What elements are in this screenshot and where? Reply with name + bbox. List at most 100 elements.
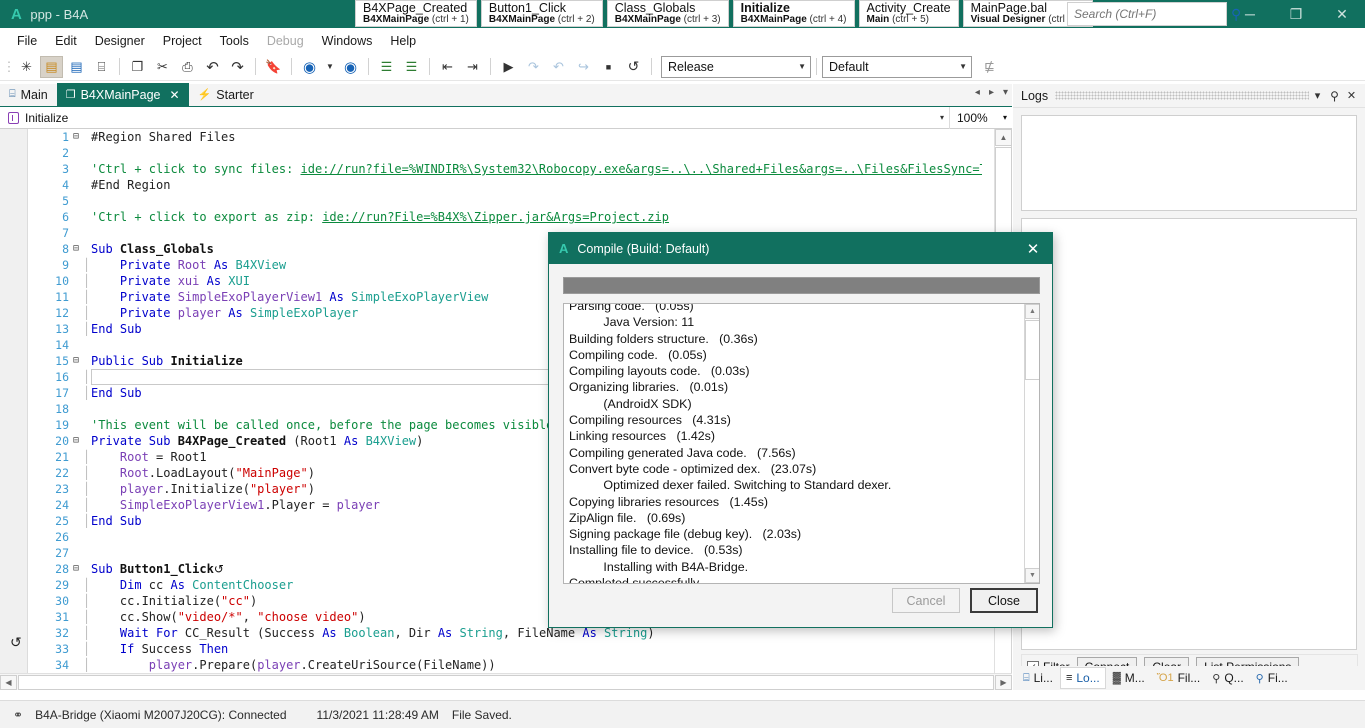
- scroll-left-icon[interactable]: ◀: [0, 674, 17, 690]
- code-line[interactable]: 6 'Ctrl + click to export as zip: ide://…: [29, 209, 982, 225]
- scroll-up-icon[interactable]: ▲: [995, 129, 1012, 146]
- event-refresh-icon[interactable]: ↺: [10, 634, 22, 651]
- code-line[interactable]: 5: [29, 193, 982, 209]
- new-file-icon[interactable]: ✳: [15, 56, 38, 78]
- code-token: ): [647, 626, 655, 640]
- chevron-down-icon[interactable]: ▾: [940, 113, 944, 122]
- close-window-button[interactable]: ✕: [1319, 0, 1365, 28]
- menu-item-tools[interactable]: Tools: [211, 31, 258, 51]
- code-line[interactable]: 34 │ player.Prepare(player.CreateUriSourc…: [29, 657, 982, 673]
- redo-icon[interactable]: ↷: [226, 56, 249, 78]
- close-button[interactable]: Close: [970, 588, 1038, 613]
- bottom-tab[interactable]: Ὄ1 Fil...: [1152, 667, 1206, 689]
- code-line[interactable]: 4 #End Region: [29, 177, 982, 193]
- code-line[interactable]: 3 'Ctrl + click to sync files: ide://run…: [29, 161, 982, 177]
- zoom-select[interactable]: 100% ▾: [950, 107, 1012, 129]
- fold-toggle-icon[interactable]: ⊟: [69, 433, 83, 449]
- editor-tab-close-icon[interactable]: ✕: [170, 88, 180, 102]
- menu-item-windows[interactable]: Windows: [313, 31, 382, 51]
- chevron-down-icon[interactable]: ▾: [1003, 113, 1007, 122]
- uncomment-block-icon[interactable]: ☰: [400, 56, 423, 78]
- build-config-select[interactable]: Default ▼: [822, 55, 972, 78]
- fold-toggle-icon[interactable]: ⊟: [69, 353, 83, 369]
- horizontal-scroll-thumb[interactable]: [18, 674, 994, 690]
- code-token: As: [213, 258, 236, 272]
- compile-dialog[interactable]: A Compile (Build: Default) ✕ Parsing cod…: [548, 232, 1053, 628]
- code-token: CC_Result: [184, 626, 258, 640]
- tab-menu-icon[interactable]: ▾: [1003, 87, 1008, 98]
- tab-scroll-right-icon[interactable]: ▸: [989, 87, 994, 98]
- bottom-tab[interactable]: ▓ M...: [1108, 667, 1150, 689]
- search-box[interactable]: ⚲: [1067, 2, 1241, 26]
- current-sub-select[interactable]: Initialize ▾: [0, 106, 950, 129]
- navigate-forward-icon[interactable]: ◉: [339, 56, 362, 78]
- editor-tab-starter[interactable]: ⚡ Starter: [189, 83, 263, 106]
- compile-log-scroll-thumb[interactable]: [1025, 320, 1039, 380]
- search-input[interactable]: [1074, 7, 1231, 21]
- bookmark-icon[interactable]: 🔖: [262, 56, 285, 78]
- logs-filter-output[interactable]: [1021, 115, 1357, 211]
- cut-icon[interactable]: ✂: [151, 56, 174, 78]
- code-token: Root1: [300, 434, 344, 448]
- code-line[interactable]: 1 ⊟ #Region Shared Files: [29, 129, 982, 145]
- maximize-button[interactable]: ❐: [1273, 0, 1319, 28]
- undo-icon[interactable]: ↶: [201, 56, 224, 78]
- toolbar-overflow-icon[interactable]: ⋢: [978, 56, 1001, 78]
- menu-item-file[interactable]: File: [8, 31, 46, 51]
- quick-jump-tab[interactable]: Initialize B4XMainPage (ctrl + 4): [732, 0, 855, 27]
- fold-toggle-icon[interactable]: ⊟: [69, 129, 83, 145]
- menu-item-project[interactable]: Project: [154, 31, 211, 51]
- code-horizontal-scrollbar[interactable]: ◀ ▶: [0, 673, 1012, 690]
- quick-jump-tab[interactable]: B4XPage_Created B4XMainPage (ctrl + 1): [355, 0, 477, 27]
- code-token[interactable]: ide://run?File=%B4X%\Zipper.jar&Args=Pro…: [322, 210, 669, 224]
- bottom-tab[interactable]: ≡ Lo...: [1059, 667, 1106, 689]
- line-number: 32: [55, 626, 69, 640]
- outdent-icon[interactable]: ⇤: [436, 56, 459, 78]
- scroll-right-icon[interactable]: ▶: [995, 674, 1012, 690]
- drag-handle[interactable]: [1055, 91, 1309, 100]
- minimize-button[interactable]: ─: [1227, 0, 1273, 28]
- panel-pin-icon[interactable]: ⚲: [1326, 89, 1343, 103]
- compile-log-scrollbar[interactable]: ▲ ▼: [1024, 304, 1039, 583]
- open-project-icon[interactable]: ▤: [40, 55, 63, 78]
- code-line[interactable]: 2: [29, 145, 982, 161]
- menu-item-edit[interactable]: Edit: [46, 31, 86, 51]
- bottom-tab[interactable]: ⚲ Fi...: [1251, 667, 1293, 689]
- comment-block-icon[interactable]: ☰: [375, 56, 398, 78]
- save-all-icon[interactable]: ⌸: [90, 56, 113, 78]
- compile-log-box[interactable]: Parsing code. (0.05s) Java Version: 11 Bu…: [563, 303, 1040, 584]
- quick-jump-tab[interactable]: Activity_Create Main (ctrl + 5): [858, 0, 959, 27]
- quick-jump-tab[interactable]: Class_Globals B4XMainPage (ctrl + 3): [606, 0, 729, 27]
- logs-output[interactable]: [1021, 218, 1357, 650]
- editor-tab-b4xmainpage[interactable]: ❐ B4XMainPage ✕: [56, 83, 189, 106]
- dialog-close-icon[interactable]: ✕: [1020, 240, 1046, 258]
- editor-tab-main[interactable]: ⌸ Main: [0, 83, 57, 106]
- bookmark-gutter[interactable]: ↺: [0, 129, 28, 673]
- code-line[interactable]: 33 │ If Success Then: [29, 641, 982, 657]
- scroll-up-icon[interactable]: ▲: [1025, 304, 1039, 319]
- save-icon[interactable]: ▤: [65, 56, 88, 78]
- bottom-tab[interactable]: ⚲ Q...: [1207, 667, 1248, 689]
- paste-icon[interactable]: ⎙: [176, 56, 199, 78]
- panel-close-icon[interactable]: ✕: [1343, 89, 1360, 102]
- fold-toggle-icon[interactable]: ⊟: [69, 561, 83, 577]
- bottom-tab[interactable]: ⌸ Li...: [1018, 667, 1058, 689]
- menu-item-help[interactable]: Help: [381, 31, 425, 51]
- copy-icon[interactable]: ❐: [126, 56, 149, 78]
- navigate-back-dropdown-icon[interactable]: ▼: [323, 56, 337, 78]
- code-line-text: End Sub: [91, 385, 142, 401]
- run-icon[interactable]: ▶: [497, 56, 520, 78]
- code-token: (: [293, 434, 301, 448]
- line-number: 29: [55, 578, 69, 592]
- menu-item-designer[interactable]: Designer: [86, 31, 154, 51]
- navigate-back-icon[interactable]: ◉: [298, 56, 321, 78]
- scroll-down-icon[interactable]: ▼: [1025, 568, 1039, 583]
- tab-scroll-left-icon[interactable]: ◂: [975, 87, 980, 98]
- indent-icon[interactable]: ⇥: [461, 56, 484, 78]
- build-mode-select[interactable]: Release ▼: [661, 55, 811, 78]
- quick-jump-tab[interactable]: Button1_Click B4XMainPage (ctrl + 2): [480, 0, 603, 27]
- fold-toggle-icon[interactable]: ⊟: [69, 241, 83, 257]
- restart-icon[interactable]: ↺: [622, 56, 645, 78]
- code-token[interactable]: ide://run?file=%WINDIR%\System32\Robocop…: [301, 162, 982, 176]
- panel-dropdown-icon[interactable]: ▾: [1309, 89, 1326, 102]
